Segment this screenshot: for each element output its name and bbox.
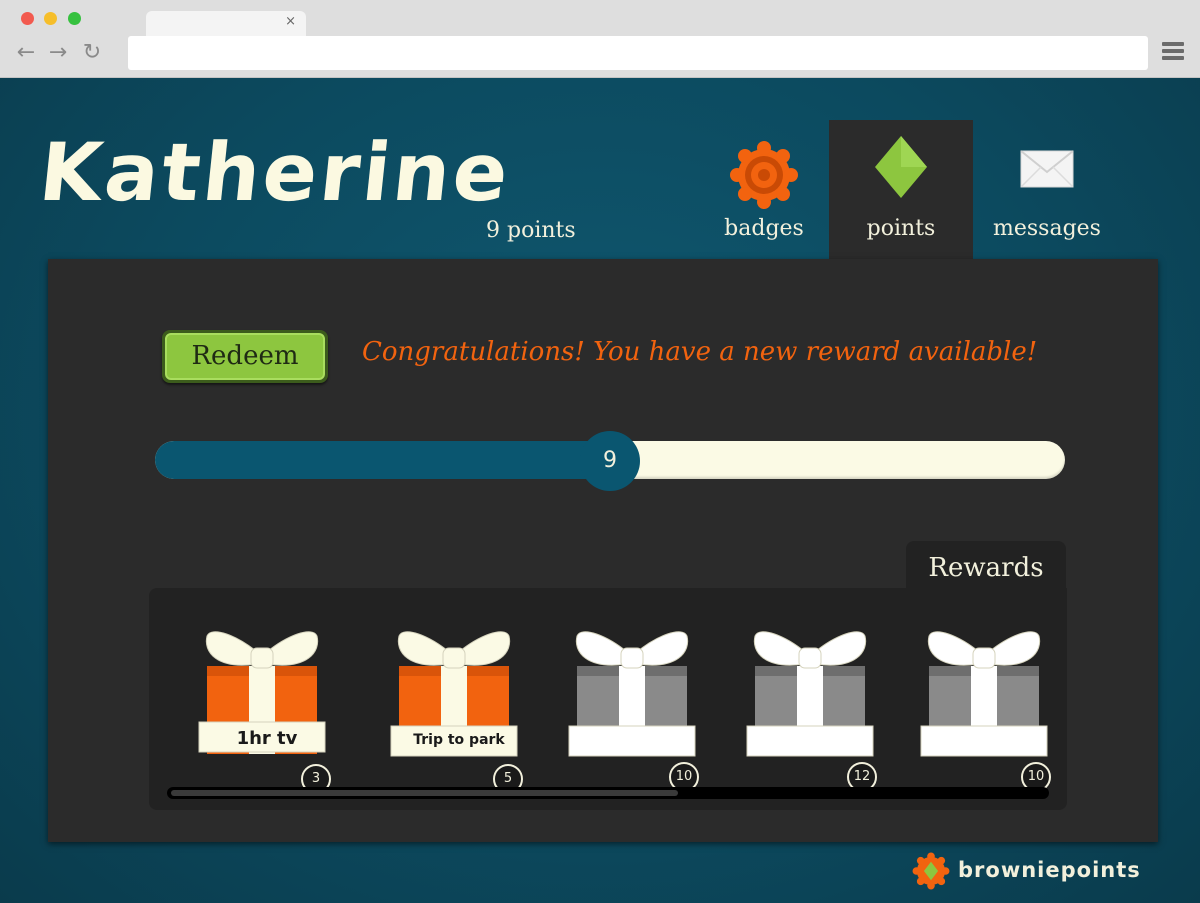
rewards-scrollbar[interactable] — [167, 787, 1049, 799]
congrats-message: Congratulations! You have a new reward a… — [362, 337, 1038, 367]
window-maximize-dot[interactable] — [68, 12, 81, 25]
browser-tab[interactable]: × — [146, 11, 306, 37]
points-count: 9 points — [486, 218, 576, 243]
user-name: Katherine — [35, 126, 516, 219]
redeem-button[interactable]: Redeem — [162, 330, 328, 383]
tab-messages[interactable]: messages — [975, 120, 1119, 260]
gift-box-icon — [920, 631, 1048, 757]
points-slider-knob[interactable]: 9 — [580, 431, 640, 491]
tab-close-icon[interactable]: × — [285, 14, 296, 29]
gift-box-icon — [390, 631, 518, 757]
gift-box-icon — [746, 631, 874, 757]
brand-flower-icon — [912, 852, 950, 894]
reward-item[interactable]: 10 — [567, 624, 707, 792]
tab-points[interactable]: points — [829, 120, 973, 260]
reload-icon[interactable]: ↻ — [80, 40, 104, 66]
hamburger-menu-icon[interactable] — [1162, 42, 1184, 64]
badge-flower-icon — [729, 140, 799, 214]
address-bar[interactable] — [128, 36, 1148, 70]
app-area: Katherine 9 points badges points message… — [0, 78, 1200, 903]
reward-item[interactable]: Trip to park 5 — [389, 624, 529, 794]
reward-item[interactable]: 10 — [919, 624, 1059, 792]
green-diamond-icon — [873, 134, 929, 204]
window-minimize-dot[interactable] — [44, 12, 57, 25]
back-icon[interactable]: ← — [14, 40, 38, 66]
forward-icon[interactable]: → — [46, 40, 70, 66]
brand-logo: browniepoints — [912, 852, 1162, 892]
gift-box-icon — [198, 631, 326, 754]
reward-label: Trip to park — [413, 732, 505, 748]
browser-chrome: × ← → ↻ — [0, 0, 1200, 78]
envelope-icon — [1020, 150, 1074, 192]
points-panel: Redeem Congratulations! You have a new r… — [48, 259, 1158, 842]
reward-item[interactable]: 1hr tv 3 — [197, 624, 337, 794]
brand-name: browniepoints — [958, 858, 1141, 882]
rewards-title: Rewards — [928, 553, 1044, 583]
gift-box-icon — [568, 631, 696, 757]
rewards-scrollbar-thumb[interactable] — [171, 790, 678, 796]
points-slider-fill — [155, 441, 610, 479]
reward-item[interactable]: 12 — [745, 624, 885, 792]
rewards-list: 1hr tv 3 Trip to park 5 10 12 10 — [149, 588, 1067, 810]
tab-points-label: points — [866, 216, 936, 241]
window-close-dot[interactable] — [21, 12, 34, 25]
reward-label: 1hr tv — [236, 728, 298, 749]
tab-badges[interactable]: badges — [692, 120, 836, 260]
tab-badges-label: badges — [724, 216, 804, 241]
tab-messages-label: messages — [993, 216, 1101, 241]
redeem-button-label: Redeem — [165, 333, 325, 380]
